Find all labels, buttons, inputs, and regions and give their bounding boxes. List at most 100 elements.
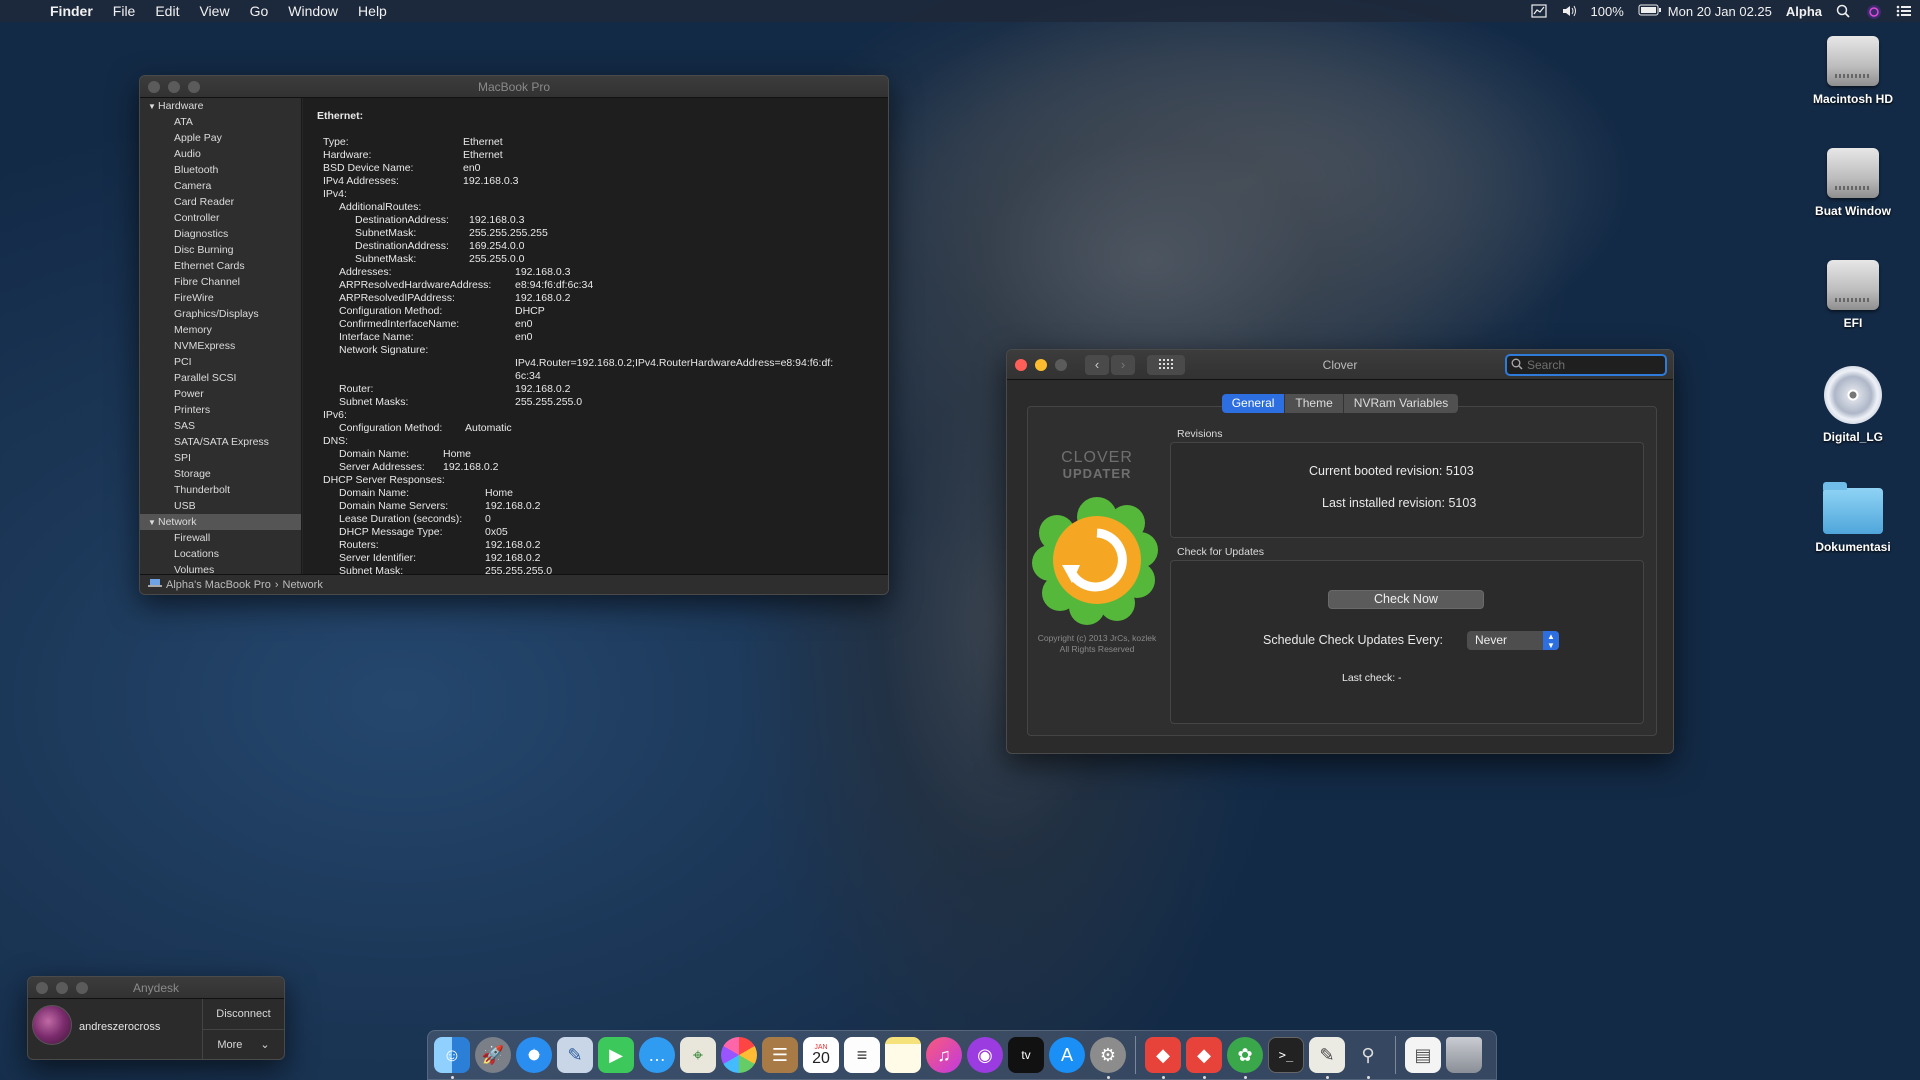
spotlight-search-icon[interactable] bbox=[1836, 4, 1852, 18]
sidebar-item[interactable]: NVMExpress bbox=[140, 338, 301, 354]
sidebar-item[interactable]: Thunderbolt bbox=[140, 482, 301, 498]
sidebar-item[interactable]: Controller bbox=[140, 210, 301, 226]
search-field[interactable] bbox=[1505, 354, 1667, 376]
sidebar-item[interactable]: Audio bbox=[140, 146, 301, 162]
safari-icon[interactable]: ✦ bbox=[516, 1037, 552, 1073]
menu-help[interactable]: Help bbox=[348, 3, 397, 19]
sidebar-item[interactable]: Fibre Channel bbox=[140, 274, 301, 290]
show-all-button[interactable] bbox=[1147, 355, 1185, 375]
window-titlebar[interactable]: Anydesk bbox=[28, 977, 284, 999]
desktop-item-macintosh-hd[interactable]: Macintosh HD bbox=[1798, 30, 1908, 106]
sidebar-group-network[interactable]: ▼ Network bbox=[140, 514, 301, 530]
tab-nvram-variables[interactable]: NVRam Variables bbox=[1343, 394, 1459, 413]
more-button[interactable]: More ⌄ bbox=[202, 1029, 284, 1059]
battery-icon[interactable] bbox=[1638, 4, 1661, 18]
sidebar-group-hardware[interactable]: ▼ Hardware bbox=[140, 98, 301, 114]
sidebar-item[interactable]: Parallel SCSI bbox=[140, 370, 301, 386]
volume-icon[interactable] bbox=[1561, 4, 1577, 18]
sidebar-item[interactable]: Firewall bbox=[140, 530, 301, 546]
sidebar-item[interactable]: Graphics/Displays bbox=[140, 306, 301, 322]
sidebar-item[interactable]: Apple Pay bbox=[140, 130, 301, 146]
messages-icon[interactable]: … bbox=[639, 1037, 675, 1073]
window-titlebar[interactable]: MacBook Pro bbox=[140, 76, 888, 98]
music-icon[interactable]: ♫ bbox=[926, 1037, 962, 1073]
zoom-button[interactable] bbox=[76, 981, 88, 994]
siri-icon[interactable] bbox=[1866, 4, 1882, 19]
script-editor-icon[interactable]: ✎ bbox=[1309, 1037, 1345, 1079]
back-button[interactable]: ‹ bbox=[1085, 355, 1109, 375]
minimize-button[interactable] bbox=[168, 80, 180, 93]
clover-configurator-icon[interactable]: ✿ bbox=[1227, 1037, 1263, 1079]
launchpad-icon[interactable]: 🚀 bbox=[475, 1037, 511, 1073]
sidebar-item[interactable]: PCI bbox=[140, 354, 301, 370]
sidebar-item[interactable]: Memory bbox=[140, 322, 301, 338]
close-button[interactable] bbox=[148, 80, 160, 93]
sidebar-item[interactable]: USB bbox=[140, 498, 301, 514]
reminders-icon[interactable]: ≡ bbox=[844, 1037, 880, 1073]
contacts-icon[interactable]: ☰ bbox=[762, 1037, 798, 1073]
sidebar-item[interactable]: Bluetooth bbox=[140, 162, 301, 178]
system-information-icon[interactable]: ⚲ bbox=[1350, 1037, 1386, 1079]
menu-view[interactable]: View bbox=[189, 3, 239, 19]
menu-file[interactable]: File bbox=[103, 3, 146, 19]
path-machine[interactable]: Alpha's MacBook Pro bbox=[166, 579, 271, 591]
minimize-button[interactable] bbox=[56, 981, 68, 994]
sidebar-item[interactable]: Power bbox=[140, 386, 301, 402]
notification-center-icon[interactable] bbox=[1896, 4, 1912, 18]
close-button[interactable] bbox=[36, 981, 48, 994]
sidebar-item[interactable]: SATA/SATA Express bbox=[140, 434, 301, 450]
terminal-icon[interactable]: >_ bbox=[1268, 1037, 1304, 1073]
sidebar-item[interactable]: Disc Burning bbox=[140, 242, 301, 258]
desktop-item-buat-window[interactable]: Buat Window bbox=[1798, 142, 1908, 218]
desktop-item-efi[interactable]: EFI bbox=[1798, 254, 1908, 330]
schedule-interval-select[interactable]: Never ▲ ▼ bbox=[1467, 631, 1559, 650]
sidebar-item[interactable]: Card Reader bbox=[140, 194, 301, 210]
tab-theme[interactable]: Theme bbox=[1285, 394, 1344, 413]
search-input[interactable] bbox=[1527, 358, 1655, 372]
app-store-icon[interactable]: A bbox=[1049, 1037, 1085, 1073]
tab-general[interactable]: General bbox=[1221, 394, 1286, 413]
finder-icon[interactable]: ☺ bbox=[434, 1037, 470, 1079]
facetime-icon[interactable]: ▶ bbox=[598, 1037, 634, 1073]
calendar-icon[interactable]: JAN 20 bbox=[803, 1037, 839, 1073]
podcasts-icon[interactable]: ◉ bbox=[967, 1037, 1003, 1073]
menubar-user[interactable]: Alpha bbox=[1786, 4, 1822, 19]
sidebar-item[interactable]: Ethernet Cards bbox=[140, 258, 301, 274]
minimize-button[interactable] bbox=[1035, 358, 1047, 371]
system-preferences-icon[interactable]: ⚙ bbox=[1090, 1037, 1126, 1079]
sidebar-item[interactable]: FireWire bbox=[140, 290, 301, 306]
sidebar-item[interactable]: Diagnostics bbox=[140, 226, 301, 242]
menubar-clock[interactable]: Mon 20 Jan 02.25 bbox=[1668, 4, 1772, 19]
disclosure-triangle-icon[interactable]: ▼ bbox=[148, 99, 158, 115]
apple-tv-icon[interactable]: tv bbox=[1008, 1037, 1044, 1073]
desktop-item-digital-lg[interactable]: Digital_LG bbox=[1798, 366, 1908, 444]
anydesk-icon[interactable]: ◆ bbox=[1145, 1037, 1181, 1079]
zoom-button[interactable] bbox=[188, 80, 200, 93]
menu-edit[interactable]: Edit bbox=[145, 3, 189, 19]
activity-monitor-icon[interactable] bbox=[1530, 4, 1547, 18]
menu-window[interactable]: Window bbox=[278, 3, 348, 19]
forward-button[interactable]: › bbox=[1111, 355, 1135, 375]
desktop-item-dokumentasi[interactable]: Dokumentasi bbox=[1798, 478, 1908, 554]
sidebar-item[interactable]: Locations bbox=[140, 546, 301, 562]
disconnect-button[interactable]: Disconnect bbox=[202, 999, 284, 1029]
sidebar-item[interactable]: Printers bbox=[140, 402, 301, 418]
sidebar-item[interactable]: Storage bbox=[140, 466, 301, 482]
menu-app-finder[interactable]: Finder bbox=[40, 3, 103, 19]
path-section[interactable]: Network bbox=[283, 579, 323, 591]
disclosure-triangle-icon[interactable]: ▼ bbox=[148, 515, 158, 531]
sidebar-item[interactable]: Camera bbox=[140, 178, 301, 194]
sidebar-item[interactable]: SAS bbox=[140, 418, 301, 434]
zoom-button[interactable] bbox=[1055, 358, 1067, 371]
preview-icon[interactable]: ✎ bbox=[557, 1037, 593, 1073]
window-titlebar[interactable]: ‹ › Clover bbox=[1007, 350, 1673, 380]
close-button[interactable] bbox=[1015, 358, 1027, 371]
notes-icon[interactable] bbox=[885, 1037, 921, 1073]
sidebar-item[interactable]: ATA bbox=[140, 114, 301, 130]
maps-icon[interactable]: ⌖ bbox=[680, 1037, 716, 1073]
menu-go[interactable]: Go bbox=[240, 3, 279, 19]
photos-icon[interactable] bbox=[721, 1037, 757, 1073]
anydesk-session-icon[interactable]: ◆ bbox=[1186, 1037, 1222, 1079]
document-icon[interactable]: ▤ bbox=[1405, 1037, 1441, 1073]
trash-icon[interactable] bbox=[1446, 1037, 1482, 1073]
